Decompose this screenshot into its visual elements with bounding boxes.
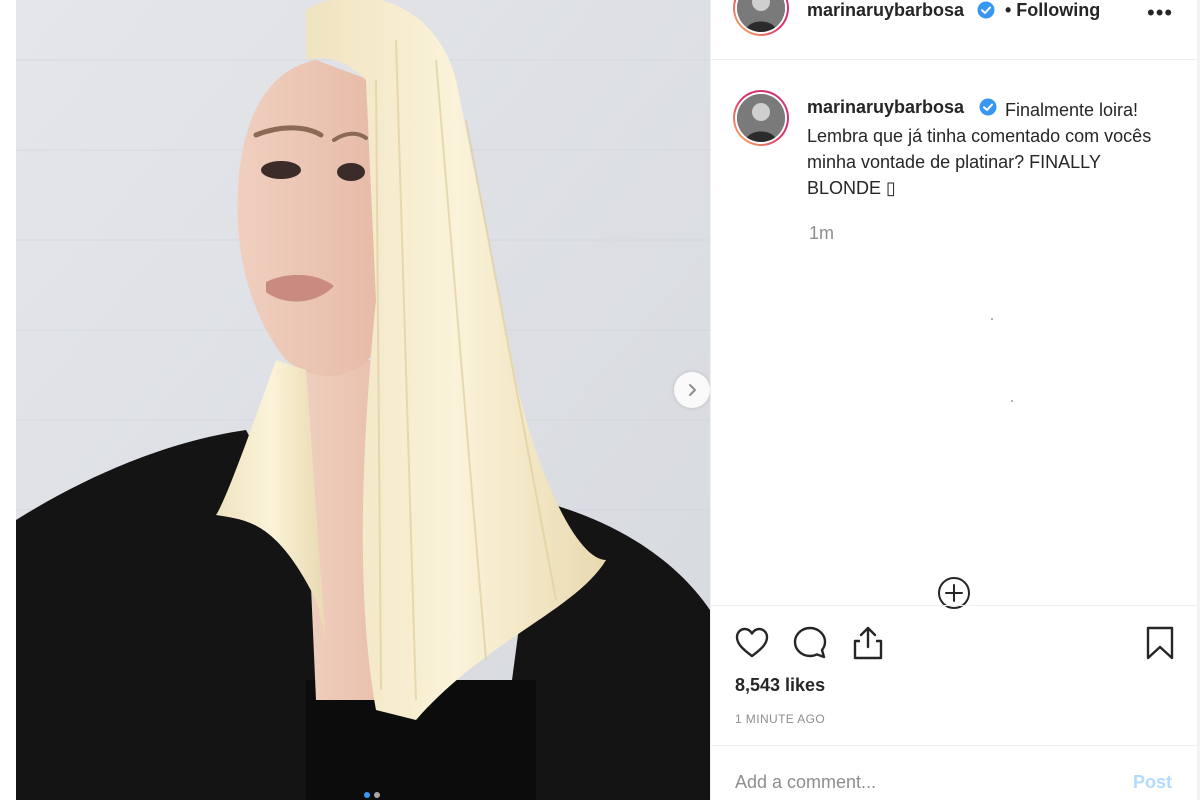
post-caption: marinaruybarbosa Finalmente loira! Lembr…: [711, 60, 1200, 609]
post-header: marinaruybarbosa • Following •••: [711, 0, 1200, 60]
share-icon[interactable]: [849, 624, 887, 662]
ellipsis-icon[interactable]: •••: [1147, 0, 1173, 26]
comment-box: Post: [711, 745, 1200, 800]
photo-illustration: [16, 0, 710, 800]
post-comment-button[interactable]: Post: [1133, 772, 1172, 793]
post-details-panel: marinaruybarbosa • Following ••• marinar…: [710, 0, 1200, 800]
carousel-indicator: [364, 792, 380, 798]
chevron-right-icon: [689, 384, 696, 396]
caption-body: Finalmente loira! Lembra que já tinha co…: [807, 100, 1152, 198]
caption-timestamp: 1m: [809, 223, 835, 243]
caption-avatar[interactable]: [733, 90, 789, 146]
likes-count[interactable]: 8,543 likes: [735, 675, 825, 696]
heart-icon[interactable]: [733, 624, 771, 662]
carousel-dot: [374, 792, 380, 798]
instagram-post-view: marinaruybarbosa • Following ••• marinar…: [0, 0, 1200, 800]
caption-text: Finalmente loira! Lembra que já tinha co…: [807, 97, 1177, 201]
bookmark-icon[interactable]: [1141, 624, 1179, 662]
emoji-placeholder: ▯: [886, 178, 896, 198]
avatar-image: [737, 0, 785, 32]
loading-speck: [991, 318, 993, 320]
carousel-dot-active: [364, 792, 370, 798]
header-username[interactable]: marinaruybarbosa: [807, 0, 964, 21]
comment-bubble-icon[interactable]: [791, 624, 829, 662]
loading-speck: [1011, 400, 1013, 402]
following-button[interactable]: • Following: [1005, 0, 1100, 21]
post-actions: 8,543 likes 1 MINUTE AGO: [711, 605, 1200, 745]
post-timestamp: 1 MINUTE AGO: [735, 712, 826, 726]
comment-input[interactable]: [735, 764, 1115, 800]
post-photo[interactable]: [16, 0, 710, 800]
carousel-next-button[interactable]: [674, 372, 710, 408]
verified-badge-icon: [977, 1, 995, 19]
header-avatar[interactable]: [733, 0, 789, 36]
avatar-image: [737, 94, 785, 142]
